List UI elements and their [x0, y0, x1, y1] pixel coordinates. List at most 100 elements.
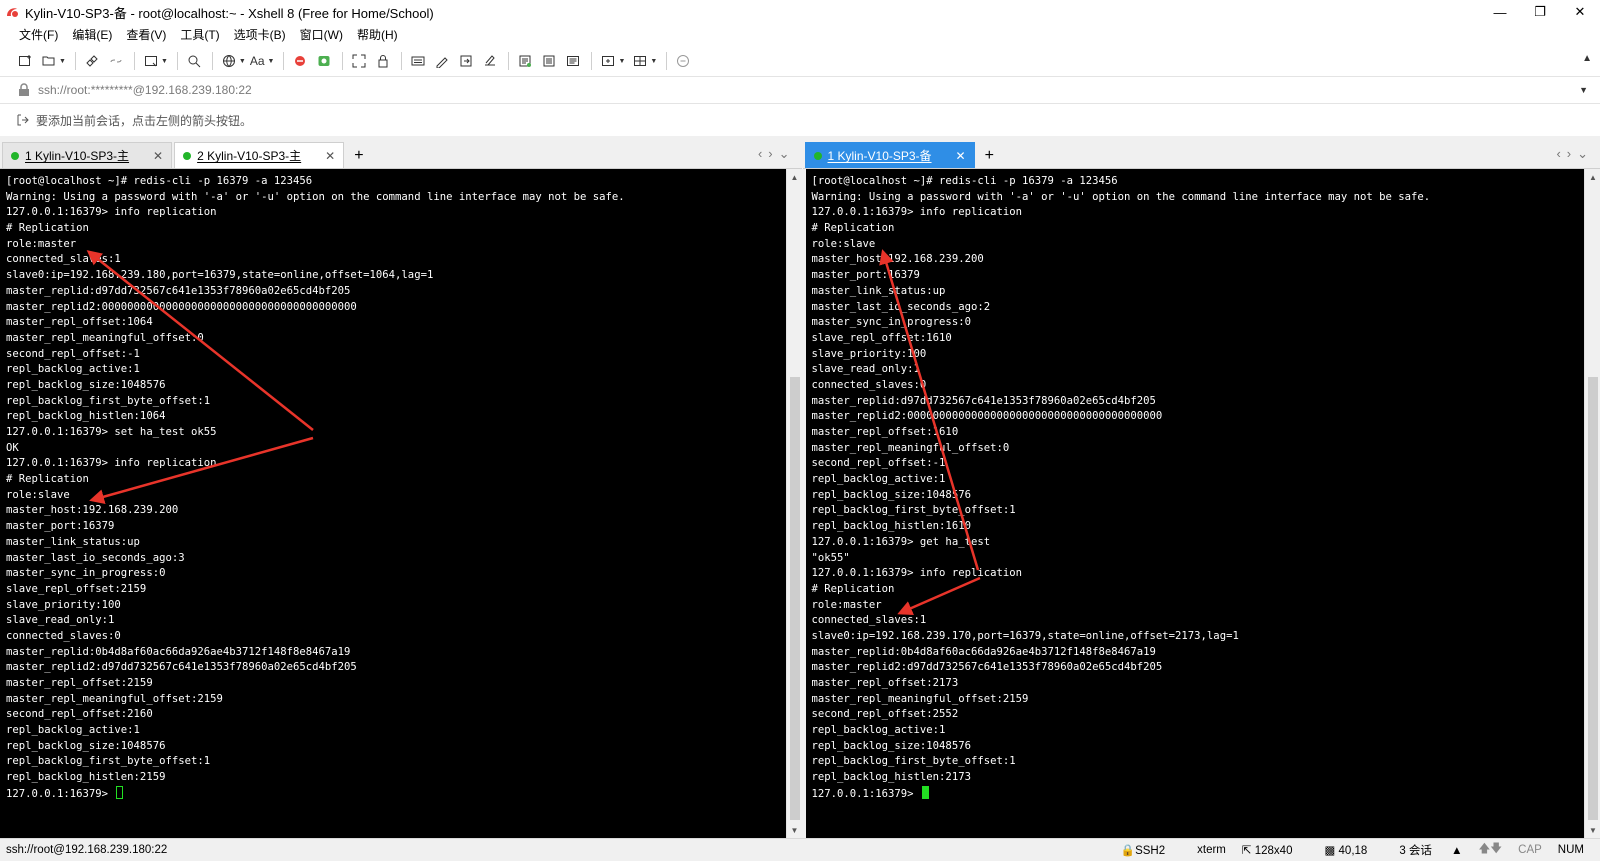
- tab-close-icon[interactable]: ✕: [956, 149, 966, 163]
- status-terminal-type: xterm: [1197, 844, 1226, 856]
- status-terminal-size: ⇱ 128x40: [1242, 843, 1309, 857]
- address-input[interactable]: ssh://root:*********@192.168.239.180:22: [38, 83, 252, 97]
- terminal-line: master_repl_offset:2159: [6, 676, 786, 692]
- terminal-line: master_replid2:d97dd732567c641e1353f7896…: [6, 660, 786, 676]
- tab-navigation-icons[interactable]: ‹›⌄: [758, 146, 796, 162]
- menu-window[interactable]: 窗口(W): [293, 24, 350, 46]
- fullscreen-icon[interactable]: [348, 50, 370, 72]
- terminal-line: role:master: [812, 598, 1585, 614]
- close-icon[interactable]: ✕: [1560, 0, 1600, 24]
- tab-session-1-backup[interactable]: 1 Kylin-V10-SP3-备 ✕: [805, 142, 975, 168]
- minimize-icon[interactable]: —: [1480, 0, 1520, 24]
- status-bar: ssh://root@192.168.239.180:22 🔒SSH2 xter…: [0, 838, 1600, 860]
- xftp-icon[interactable]: [289, 50, 311, 72]
- lock-icon[interactable]: [372, 50, 394, 72]
- scroll-thumb[interactable]: [790, 377, 800, 820]
- globe-icon[interactable]: [218, 50, 240, 72]
- status-protocol: 🔒SSH2: [1121, 843, 1181, 857]
- menu-help[interactable]: 帮助(H): [350, 24, 405, 46]
- terminal-line: master_link_status:up: [6, 535, 786, 551]
- open-folder-icon[interactable]: [38, 50, 60, 72]
- scrollbar-right[interactable]: ▲ ▼: [1584, 169, 1600, 838]
- terminal-cursor: [922, 786, 929, 799]
- new-tab-icon[interactable]: [597, 50, 619, 72]
- tab-close-icon[interactable]: ✕: [153, 149, 163, 163]
- right-tab-strip: 1 Kylin-V10-SP3-备 ✕ + ‹›⌄: [803, 141, 1600, 169]
- collapse-toolbar-icon[interactable]: ▲: [1582, 53, 1592, 64]
- menu-file[interactable]: 文件(F): [12, 24, 65, 46]
- properties-dropdown-icon[interactable]: ▼: [161, 58, 168, 65]
- toolbar-divider: [75, 52, 76, 70]
- scrollbar-left[interactable]: ▲ ▼: [786, 169, 802, 838]
- menu-view[interactable]: 查看(V): [119, 24, 173, 46]
- layout-icon[interactable]: [629, 50, 651, 72]
- restore-icon[interactable]: ❐: [1520, 0, 1560, 24]
- search-icon[interactable]: [183, 50, 205, 72]
- disconnect-icon[interactable]: [105, 50, 127, 72]
- title-bar: Kylin-V10-SP3-备 - root@localhost:~ - Xsh…: [0, 0, 1600, 24]
- status-scroll-arrows[interactable]: 🡅🡇: [1478, 841, 1502, 860]
- new-tab-dropdown-icon[interactable]: ▼: [618, 58, 625, 65]
- terminal-line: Warning: Using a password with '-a' or '…: [6, 190, 786, 206]
- terminal-line: repl_backlog_size:1048576: [812, 488, 1585, 504]
- scroll-up-icon[interactable]: ▲: [787, 169, 803, 185]
- terminal-line: slave0:ip=192.168.239.180,port=16379,sta…: [6, 268, 786, 284]
- tab-session-1-master[interactable]: 1 Kylin-V10-SP3-主 ✕: [2, 142, 172, 168]
- menu-tabs[interactable]: 选项卡(B): [227, 24, 293, 46]
- terminal-line: OK: [6, 441, 786, 457]
- compose-icon[interactable]: [479, 50, 501, 72]
- scroll-down-icon[interactable]: ▼: [1585, 822, 1600, 838]
- open-dropdown-icon[interactable]: ▼: [59, 58, 66, 65]
- right-pane: 1 Kylin-V10-SP3-备 ✕ + ‹›⌄ [root@localhos…: [803, 141, 1600, 838]
- scroll-thumb[interactable]: [1588, 377, 1598, 820]
- tab-label: 2 Kylin-V10-SP3-主: [197, 147, 301, 164]
- terminal-line: repl_backlog_size:1048576: [812, 739, 1585, 755]
- tab-navigation-icons[interactable]: ‹›⌄: [1556, 146, 1594, 162]
- properties-icon[interactable]: [140, 50, 162, 72]
- keyboard-icon[interactable]: [407, 50, 429, 72]
- terminal-line: second_repl_offset:-1: [6, 347, 786, 363]
- terminal-line: master_replid2:0000000000000000000000000…: [6, 300, 786, 316]
- help-icon[interactable]: [672, 50, 694, 72]
- add-tab-button[interactable]: +: [975, 147, 1004, 168]
- menu-tools[interactable]: 工具(T): [173, 24, 226, 46]
- terminal-line: master_last_io_seconds_ago:2: [812, 300, 1585, 316]
- terminal-line: # Replication: [812, 582, 1585, 598]
- xftp-green-icon[interactable]: [313, 50, 335, 72]
- notes-icon[interactable]: [538, 50, 560, 72]
- session-hint-bar: 要添加当前会话，点击左侧的箭头按钮。: [0, 104, 1600, 136]
- connected-status-icon: [183, 152, 191, 160]
- terminal-line: repl_backlog_histlen:1064: [6, 409, 786, 425]
- transfer-icon[interactable]: [455, 50, 477, 72]
- connect-icon[interactable]: [81, 50, 103, 72]
- document-icon[interactable]: [562, 50, 584, 72]
- globe-dropdown-icon[interactable]: ▼: [239, 58, 246, 65]
- terminal-line: repl_backlog_size:1048576: [6, 739, 786, 755]
- layout-dropdown-icon[interactable]: ▼: [650, 58, 657, 65]
- menu-edit[interactable]: 编辑(E): [65, 24, 119, 46]
- address-dropdown-icon[interactable]: ▼: [1579, 85, 1588, 95]
- terminal-line: # Replication: [6, 472, 786, 488]
- log-icon[interactable]: [514, 50, 536, 72]
- tab-close-icon[interactable]: ✕: [325, 149, 335, 163]
- script-icon[interactable]: [431, 50, 453, 72]
- new-session-icon[interactable]: [14, 50, 36, 72]
- lock-icon: [18, 83, 30, 97]
- scroll-down-icon[interactable]: ▼: [787, 822, 803, 838]
- font-dropdown-icon[interactable]: ▼: [268, 58, 275, 65]
- scroll-up-icon[interactable]: ▲: [1585, 169, 1600, 185]
- terminal-line: master_repl_meaningful_offset:2159: [6, 692, 786, 708]
- font-icon[interactable]: Aa: [250, 54, 265, 68]
- tab-session-2-master[interactable]: 2 Kylin-V10-SP3-主 ✕: [174, 142, 344, 168]
- terminal-line: master_repl_offset:1610: [812, 425, 1585, 441]
- terminal-line: 127.0.0.1:16379>: [6, 786, 786, 802]
- terminal-output-left[interactable]: [root@localhost ~]# redis-cli -p 16379 -…: [0, 169, 786, 838]
- add-tab-button[interactable]: +: [344, 147, 373, 168]
- terminal-line: [root@localhost ~]# redis-cli -p 16379 -…: [6, 174, 786, 190]
- terminal-output-right[interactable]: [root@localhost ~]# redis-cli -p 16379 -…: [806, 169, 1585, 838]
- add-session-arrow-icon[interactable]: [16, 113, 30, 127]
- terminal-line: master_sync_in_progress:0: [812, 315, 1585, 331]
- terminal-line: master_last_io_seconds_ago:3: [6, 551, 786, 567]
- toolbar-divider: [666, 52, 667, 70]
- status-sessions[interactable]: 3 会话 ▲: [1399, 842, 1462, 858]
